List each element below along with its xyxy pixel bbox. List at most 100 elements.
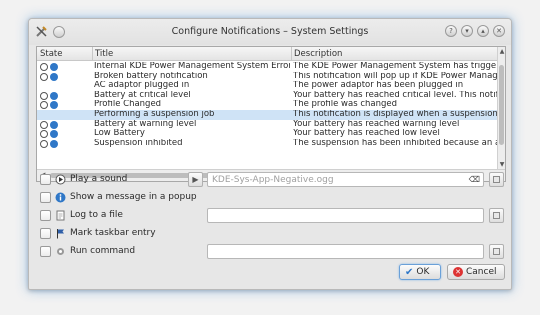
row-description: The profile was changed — [293, 100, 398, 110]
play-icon — [40, 72, 48, 81]
table-rows: Internal KDE Power Management System Err… — [37, 62, 499, 148]
folder-icon — [493, 176, 500, 183]
taskbar-checkbox[interactable] — [40, 227, 51, 239]
flag-icon — [57, 228, 64, 238]
row-state — [40, 72, 58, 81]
row-title: Internal KDE Power Management System Err… — [94, 62, 290, 71]
log-file-label[interactable]: Log to a file — [70, 210, 123, 220]
browse-log-button[interactable] — [489, 208, 504, 223]
play-sound-checkbox[interactable] — [40, 173, 51, 185]
play-icon — [40, 91, 48, 100]
play-sound-label[interactable]: Play a sound — [70, 174, 127, 184]
row-description: The suspension has been inhibited becaus… — [293, 138, 499, 148]
scroll-up-icon[interactable]: ▲ — [498, 48, 506, 55]
help-button[interactable]: ? — [445, 25, 457, 37]
play-icon — [40, 139, 48, 148]
table-row[interactable]: Broken battery notification This notifica… — [37, 72, 499, 82]
clear-icon[interactable]: ⌫ — [469, 175, 480, 184]
table-row[interactable]: Low Battery Your battery has reached low … — [37, 129, 499, 139]
close-button[interactable]: ✕ — [493, 25, 505, 37]
gear-icon — [57, 247, 64, 255]
info-icon — [50, 91, 58, 100]
sound-file-input[interactable]: KDE-Sys-App-Negative.ogg ⌫ — [207, 172, 484, 187]
show-popup-option: Show a message in a popup — [40, 190, 197, 204]
row-state — [40, 130, 58, 139]
window-title: Configure Notifications – System Setting… — [171, 26, 369, 37]
info-icon — [50, 72, 58, 81]
checkmark-icon: ✔ — [405, 266, 414, 278]
vertical-scrollbar[interactable]: ▲ ▼ — [497, 47, 505, 169]
row-title: Battery at critical level — [94, 90, 191, 100]
show-popup-checkbox[interactable] — [40, 191, 51, 203]
table-row[interactable]: Performing a suspension job This notifica… — [37, 109, 499, 120]
info-icon — [50, 120, 58, 129]
taskbar-label[interactable]: Mark taskbar entry — [70, 228, 156, 238]
log-file-checkbox[interactable] — [40, 209, 51, 221]
run-command-checkbox[interactable] — [40, 245, 51, 257]
show-popup-label[interactable]: Show a message in a popup — [70, 192, 197, 202]
table-row[interactable]: AC adaptor plugged in The power adaptor h… — [37, 81, 499, 91]
maximize-button[interactable]: ▴ — [477, 25, 489, 37]
log-file-option: Log to a file — [40, 208, 123, 222]
preview-sound-button[interactable]: ▶ — [188, 172, 203, 187]
row-title: Broken battery notification — [94, 71, 208, 81]
table-row[interactable]: Battery at critical level Your battery ha… — [37, 91, 499, 101]
row-state — [40, 101, 58, 110]
info-icon — [55, 192, 66, 202]
info-icon — [50, 130, 58, 139]
row-title: Low Battery — [94, 129, 145, 139]
info-icon — [50, 63, 58, 71]
log-file-input[interactable] — [207, 208, 484, 223]
row-description: Your battery has reached warning level — [293, 119, 460, 129]
title-bar: Configure Notifications – System Setting… — [29, 19, 511, 45]
row-title: Performing a suspension job — [94, 109, 215, 119]
table-header: State Title Description — [37, 47, 499, 61]
play-icon — [55, 174, 66, 184]
row-state — [40, 63, 58, 71]
ok-label: OK — [416, 267, 430, 277]
cancel-button[interactable]: ✕ Cancel — [447, 264, 505, 280]
play-icon — [40, 120, 48, 129]
row-title: Suspension inhibited — [94, 138, 183, 148]
browse-sound-button[interactable] — [489, 172, 504, 187]
browse-command-button[interactable] — [489, 244, 504, 259]
document-icon — [56, 210, 65, 220]
folder-icon — [493, 248, 500, 255]
cancel-label: Cancel — [466, 267, 497, 277]
row-state — [40, 91, 58, 100]
taskbar-option: Mark taskbar entry — [40, 226, 156, 240]
cancel-icon: ✕ — [453, 267, 463, 277]
row-state — [40, 120, 58, 129]
table-row[interactable]: Internal KDE Power Management System Err… — [37, 62, 499, 72]
row-description: This notification is displayed when a su… — [293, 109, 498, 119]
row-description: The power adaptor has been plugged in — [293, 81, 464, 91]
row-description: Your battery has reached critical level.… — [293, 90, 499, 100]
sound-file-value: KDE-Sys-App-Negative.ogg — [212, 175, 334, 185]
play-icon — [40, 101, 48, 110]
row-description: The KDE Power Management System has trig… — [293, 62, 497, 71]
info-icon — [50, 101, 58, 110]
scroll-down-icon[interactable]: ▼ — [498, 161, 506, 168]
run-command-label[interactable]: Run command — [70, 246, 135, 256]
folder-icon — [493, 212, 500, 219]
row-title: AC adaptor plugged in — [94, 81, 190, 91]
row-description: Your battery has reached low level — [293, 129, 440, 139]
column-header-state[interactable]: State — [40, 49, 63, 59]
play-sound-option: Play a sound — [40, 172, 127, 186]
play-icon — [40, 63, 48, 71]
command-input[interactable] — [207, 244, 484, 259]
play-icon — [40, 130, 48, 139]
run-command-option: Run command — [40, 244, 135, 258]
table-row[interactable]: Profile Changed The profile was changed — [37, 100, 499, 110]
notifications-table[interactable]: State Title Description Internal KDE Pow… — [36, 46, 506, 182]
minimize-button[interactable]: ▾ — [461, 25, 473, 37]
info-icon — [50, 139, 58, 148]
table-row[interactable]: Suspension inhibited The suspension has b… — [37, 139, 499, 149]
row-title: Profile Changed — [94, 100, 162, 110]
column-header-title[interactable]: Title — [92, 47, 113, 61]
vertical-scroll-thumb[interactable] — [499, 65, 504, 145]
ok-button[interactable]: ✔ OK — [399, 264, 441, 280]
row-title: Battery at warning level — [94, 119, 197, 129]
column-header-description[interactable]: Description — [291, 47, 342, 61]
table-row[interactable]: Battery at warning level Your battery has… — [37, 120, 499, 130]
